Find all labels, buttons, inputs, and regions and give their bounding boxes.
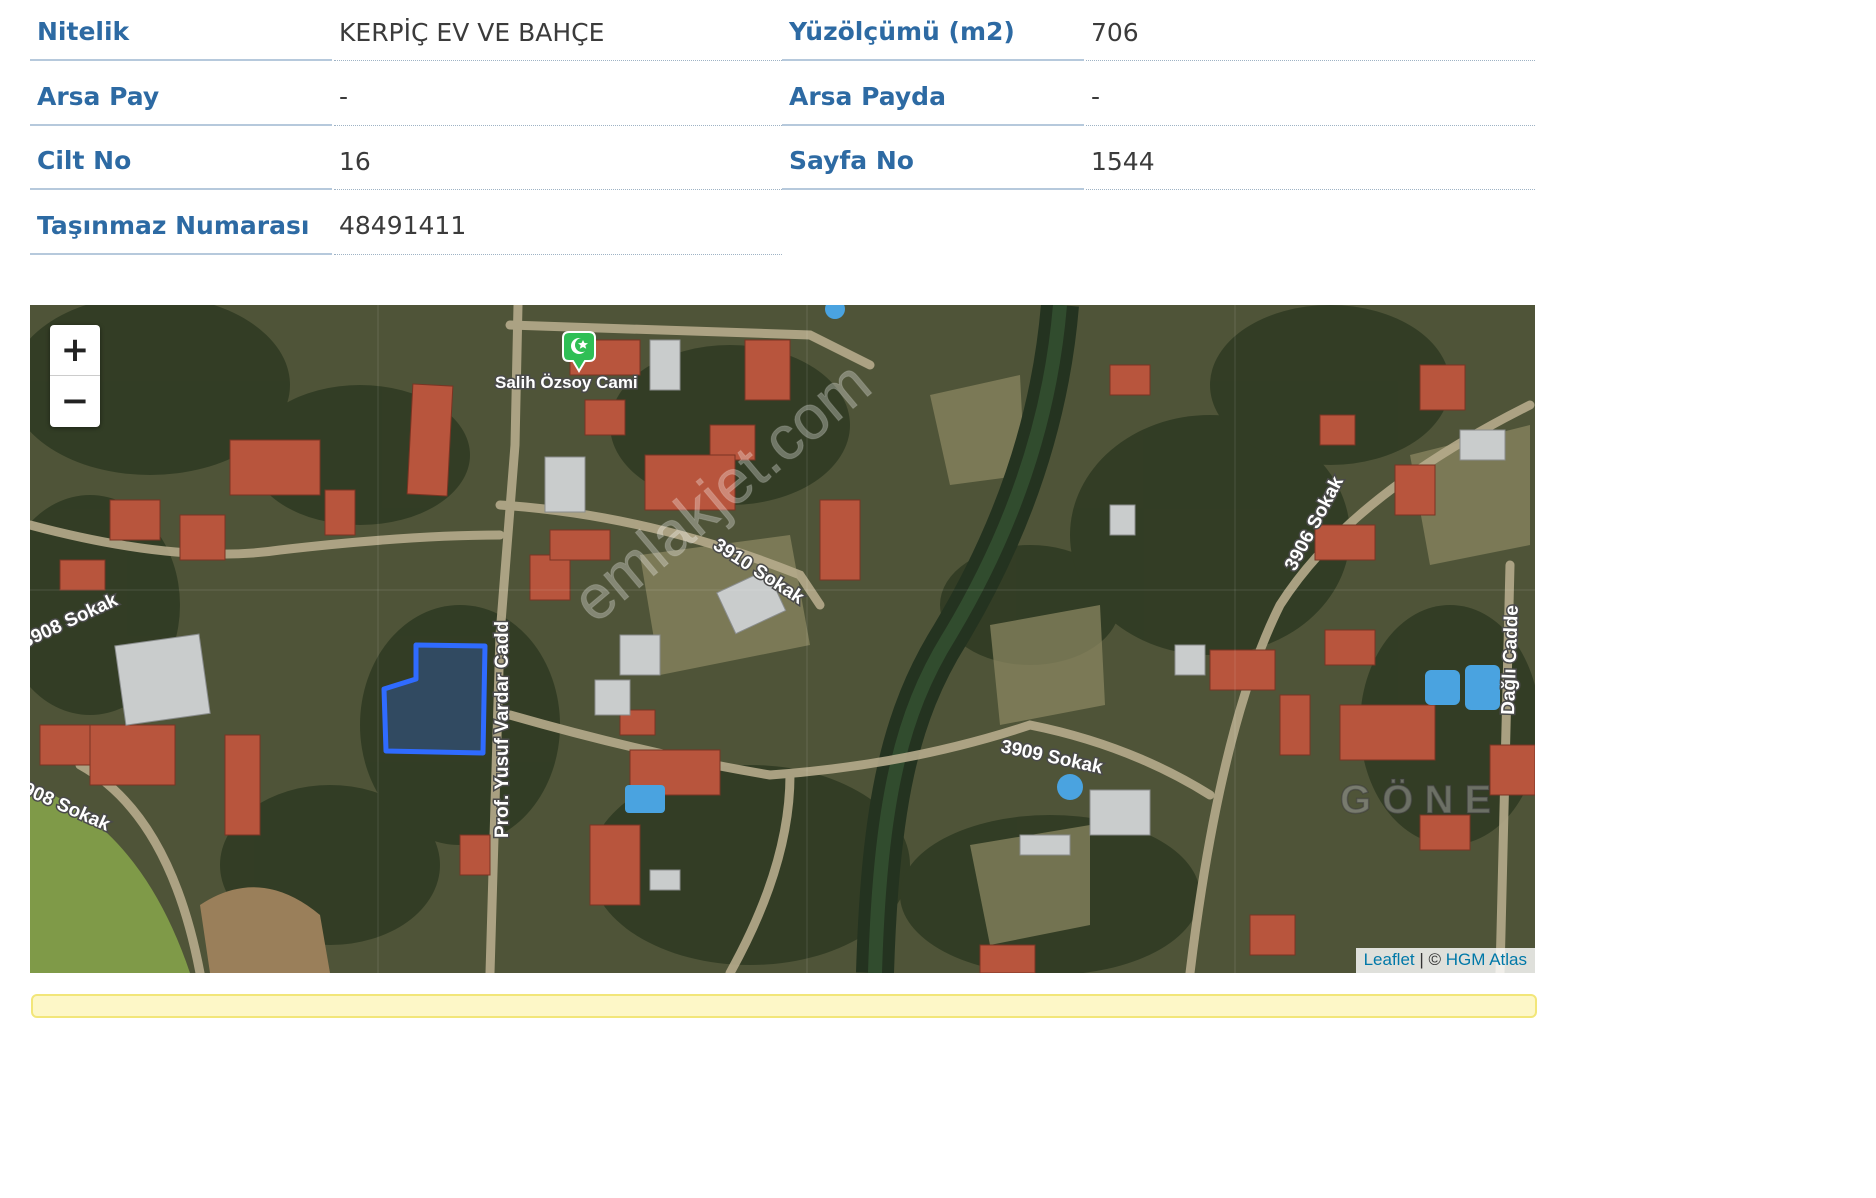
tasinmaz-no-label: Taşınmaz Numarası xyxy=(30,198,332,255)
attribution-separator: | © xyxy=(1414,950,1446,969)
info-row: Taşınmaz Numarası 48491411 xyxy=(30,198,1535,263)
sayfa-no-value: 1544 xyxy=(1086,133,1535,190)
property-info-table: Nitelik KERPİÇ EV VE BAHÇE Yüzölçümü (m2… xyxy=(30,4,1535,262)
map-attribution: Leaflet | © HGM Atlas xyxy=(1355,948,1535,973)
hgm-atlas-link[interactable]: HGM Atlas xyxy=(1446,950,1527,969)
zoom-in-button[interactable]: + xyxy=(50,325,100,375)
tasinmaz-no-value: 48491411 xyxy=(334,198,782,255)
satellite-map[interactable]: Salih Özsoy Cami 3910 Sokak 3908 Sokak 3… xyxy=(30,305,1535,973)
area-label: Yüzölçümü (m2) xyxy=(782,4,1084,61)
nitelik-label: Nitelik xyxy=(30,4,332,61)
arsa-pay-label: Arsa Pay xyxy=(30,69,332,126)
arsa-pay-value: - xyxy=(334,69,782,126)
zoom-control: + − xyxy=(50,325,100,427)
arsa-payda-value: - xyxy=(1086,69,1535,126)
poi-label-mosque: Salih Özsoy Cami xyxy=(495,373,638,392)
satellite-imagery: Salih Özsoy Cami 3910 Sokak 3908 Sokak 3… xyxy=(30,305,1535,973)
nitelik-value: KERPİÇ EV VE BAHÇE xyxy=(334,4,782,61)
street-label-dagli: Dağlı Cadde xyxy=(1498,605,1523,715)
info-row: Cilt No 16 Sayfa No 1544 xyxy=(30,133,1535,198)
cilt-no-value: 16 xyxy=(334,133,782,190)
area-value: 706 xyxy=(1086,4,1535,61)
street-label-yusuf-vardar: Prof. Yusuf Vardar Cadd xyxy=(492,621,513,838)
info-row: Nitelik KERPİÇ EV VE BAHÇE Yüzölçümü (m2… xyxy=(30,4,1535,69)
notice-box xyxy=(31,994,1537,1018)
zoom-out-button[interactable]: − xyxy=(50,376,100,426)
info-row: Arsa Pay - Arsa Payda - xyxy=(30,69,1535,134)
cilt-no-label: Cilt No xyxy=(30,133,332,190)
arsa-payda-label: Arsa Payda xyxy=(782,69,1084,126)
area-label: G Ö N E xyxy=(1340,777,1491,822)
leaflet-link[interactable]: Leaflet xyxy=(1364,950,1415,969)
sayfa-no-label: Sayfa No xyxy=(782,133,1084,190)
